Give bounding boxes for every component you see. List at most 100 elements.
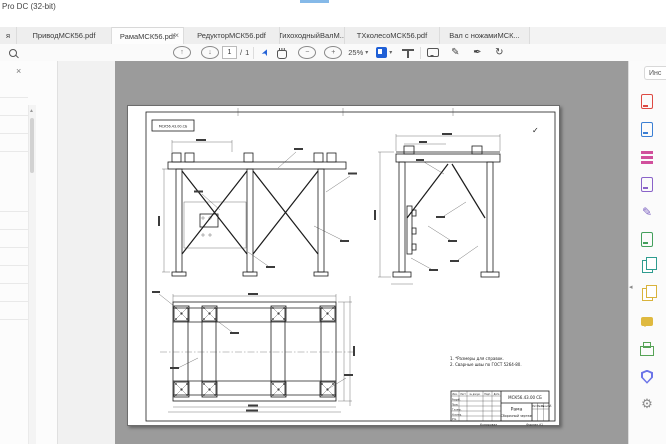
tools-list: ✎ ⚙: [628, 88, 666, 418]
next-page-button[interactable]: ↓: [201, 46, 219, 59]
chevron-down-icon: ▾: [365, 49, 368, 56]
zoom-out-button[interactable]: −: [298, 46, 316, 59]
document-tab[interactable]: Вал с ножамиМСК... ×: [440, 27, 530, 44]
document-tab[interactable]: ТихоходныйВалМ... ×: [280, 27, 345, 44]
checkmark: ✓: [532, 126, 539, 135]
bookmarks-list: [0, 80, 28, 320]
bookmark-item[interactable]: [0, 230, 28, 248]
svg-text:Масштаб: Масштаб: [541, 405, 552, 408]
comment-doc-icon: [641, 177, 653, 192]
secondary-panel: [58, 61, 116, 444]
svg-text:Пров.: Пров.: [452, 404, 459, 407]
document-tab[interactable]: РедукторМСК56.pdf ×: [184, 27, 280, 44]
export-pdf-icon: [641, 122, 653, 137]
window-title: Pro DC (32-bit): [2, 2, 56, 11]
tab-close-icon[interactable]: ×: [174, 31, 179, 40]
bookmark-item[interactable]: [0, 80, 28, 98]
accent-strip: [300, 0, 329, 3]
protect-tool[interactable]: [628, 363, 666, 391]
bookmark-item[interactable]: [0, 248, 28, 266]
svg-text:Утв.: Утв.: [452, 418, 457, 421]
menu-bar: [0, 14, 666, 27]
svg-text:2. Сварные швы по ГОСТ 5264-80: 2. Сварные швы по ГОСТ 5264-80.: [450, 362, 522, 367]
comment-icon: [641, 317, 653, 326]
menu-item[interactable]: [28, 14, 42, 15]
combine-files-tool[interactable]: [628, 281, 666, 309]
close-icon[interactable]: ×: [16, 66, 21, 76]
svg-text:Н.контр.: Н.контр.: [452, 414, 462, 417]
page-total: 1: [245, 48, 249, 57]
page-display-button[interactable]: [400, 45, 416, 60]
engineering-drawing: МСК56.43.00.СБ ✓: [128, 106, 561, 427]
svg-text:Изм.: Изм.: [452, 393, 457, 396]
fit-page-button[interactable]: ▾: [376, 45, 392, 60]
svg-text:Копировал: Копировал: [480, 423, 497, 427]
comment-tool[interactable]: [628, 308, 666, 336]
menu-item[interactable]: [14, 14, 28, 15]
title-bar: Pro DC (32-bit): [0, 0, 666, 14]
menu-item[interactable]: [42, 14, 56, 15]
protect-icon: [641, 370, 653, 384]
edit-pdf-tool[interactable]: [628, 143, 666, 171]
create-pdf-tool[interactable]: [628, 88, 666, 116]
document-tab[interactable]: я ×: [0, 27, 17, 44]
bookmark-item[interactable]: [0, 212, 28, 230]
document-tab-bar: я × ПриводМСК56.pdf × РамаМСК56.pdf × Ре…: [0, 27, 666, 45]
bookmark-item[interactable]: [0, 134, 28, 152]
zoom-level-select[interactable]: 25%▾: [348, 45, 368, 60]
export-pdf-tool[interactable]: [628, 116, 666, 144]
comment-tool-icon[interactable]: [425, 45, 441, 60]
main-toolbar: ↑ ↓ 1 / 1 ➤ − + 25%▾ ▾ ✎ ✒ ↻: [0, 44, 666, 62]
edit-pdf-icon: [641, 151, 653, 162]
tab-label: РедукторМСК56.pdf: [197, 31, 266, 40]
svg-text:Лист: Лист: [460, 393, 466, 396]
sign-tool-icon[interactable]: ✒: [469, 45, 485, 60]
front-view: [158, 139, 357, 276]
tab-label: РамаМСК56.pdf: [120, 32, 175, 41]
scrollbar-thumb[interactable]: [30, 118, 34, 173]
document-tab[interactable]: РамаМСК56.pdf ×: [112, 27, 184, 44]
svg-text:Разраб.: Разраб.: [452, 399, 461, 402]
search-icon[interactable]: [5, 45, 21, 60]
organize-pages-icon: [642, 260, 653, 273]
tab-label: ТихоходныйВалМ...: [280, 31, 345, 40]
document-tab[interactable]: ПриводМСК56.pdf ×: [17, 27, 112, 44]
svg-text:Рама: Рама: [511, 407, 523, 413]
create-pdf-icon: [641, 94, 653, 109]
chevron-down-icon: ▾: [389, 49, 392, 56]
svg-text:МСК56.43.00.СБ: МСК56.43.00.СБ: [159, 125, 188, 129]
more-tools-icon: ⚙: [641, 396, 653, 412]
bookmark-item[interactable]: [0, 284, 28, 302]
pencil-tool-icon[interactable]: ✎: [447, 45, 463, 60]
convert-doc-icon: [641, 232, 653, 247]
select-tool-icon[interactable]: ➤: [258, 45, 274, 60]
previous-page-button[interactable]: ↑: [173, 46, 191, 59]
stamp-icon: [640, 346, 654, 356]
stamp-tool[interactable]: [628, 336, 666, 364]
document-tab[interactable]: ТХколесоМСК56.pdf ×: [345, 27, 440, 44]
comment-doc-tool[interactable]: [628, 171, 666, 199]
more-tools-tool[interactable]: ⚙: [628, 391, 666, 419]
fill-sign-icon: ✎: [642, 205, 652, 219]
menu-item[interactable]: [0, 14, 14, 15]
bookmark-item[interactable]: [0, 98, 28, 116]
svg-text:МСК56.43.00 СБ: МСК56.43.00 СБ: [508, 395, 542, 400]
pdf-page: МСК56.43.00.СБ ✓: [127, 105, 560, 426]
bookmark-item[interactable]: [0, 266, 28, 284]
scroll-up-icon[interactable]: ▲: [29, 108, 34, 114]
title-block: МСК56.43.00 СБ Рама Сборочный чертеж Изм…: [451, 391, 552, 427]
svg-text:Дата: Дата: [494, 393, 500, 396]
bookmark-item[interactable]: [0, 116, 28, 134]
page-number-input[interactable]: 1: [222, 46, 237, 59]
fill-sign-tool[interactable]: ✎: [628, 198, 666, 226]
bookmark-item[interactable]: [0, 302, 28, 320]
tab-label: ПриводМСК56.pdf: [33, 31, 96, 40]
bookmark-item[interactable]: [0, 194, 28, 212]
convert-doc-tool[interactable]: [628, 226, 666, 254]
organize-pages-tool[interactable]: [628, 253, 666, 281]
share-icon[interactable]: ↻: [491, 45, 507, 60]
hand-tool-icon[interactable]: [274, 45, 290, 60]
side-view: [374, 133, 500, 284]
zoom-in-button[interactable]: +: [324, 46, 342, 59]
svg-text:Формат A1: Формат A1: [526, 423, 543, 427]
